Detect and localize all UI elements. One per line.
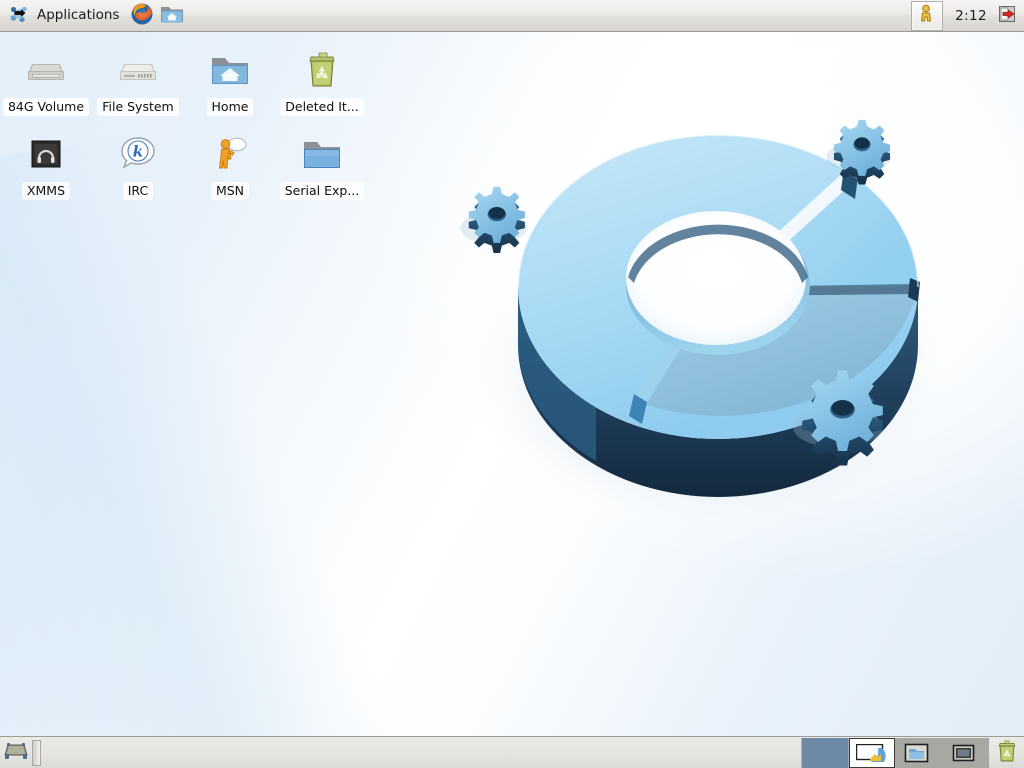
desktop-icon-84g-volume[interactable]: 84G Volume [0,32,92,116]
workspace-2-button[interactable] [849,737,895,768]
clock[interactable]: 2:12 [947,8,995,24]
applications-menu-label: Applications [37,6,120,23]
logout-button[interactable] [995,4,1019,28]
firefox-launcher[interactable] [128,2,156,30]
top-panel: Applications 2:12 [0,0,1024,32]
hard-drive-icon [22,46,70,94]
trash-recycle-icon [298,46,346,94]
mandriva-star-icon [8,3,30,29]
show-desktop-icon [3,740,29,766]
logout-door-icon [997,4,1017,28]
amsn-person-icon [206,130,254,178]
user-person-icon [918,4,936,28]
top-panel-left: Applications [0,0,187,31]
desktop-icon-row: 84G Volume File System Home Deleted It..… [0,32,420,116]
desktop-icon-label: Home [206,98,254,116]
workspace-4-button[interactable] [942,737,989,768]
blue-folder-icon [298,130,346,178]
top-panel-spacer [187,0,911,31]
bottom-panel [0,736,1024,768]
desktop-icon-label: Deleted It... [280,98,364,116]
workspace-3-button[interactable] [895,737,942,768]
desktop-icon-label: Serial Exp... [279,182,365,200]
desktop-icon-label: 84G Volume [2,98,90,116]
desktop-icon-label: File System [97,98,179,116]
desktop-icon-label: IRC [122,182,154,200]
desktop-screen: Applications 2:12 84G Volume File System… [0,0,1024,768]
user-switch-button[interactable] [911,0,944,31]
desktop-icon-row: XMMS k IRC MSN Serial Exp... [0,116,420,200]
trash-tray-button[interactable] [992,738,1022,768]
file-manager-launcher[interactable] [158,2,186,30]
desktop-icon-home[interactable]: Home [184,32,276,116]
trash-recycle-icon [994,738,1020,768]
window-tasklist[interactable] [45,738,801,768]
xmms-headphones-icon [22,130,70,178]
applications-menu-button[interactable]: Applications [2,3,127,29]
desktop-icon-serial-exp[interactable]: Serial Exp... [276,116,368,200]
konversation-bubble-icon: k [114,130,162,178]
desktop-icon-label: XMMS [21,182,71,200]
workspace-window-thumbnail [855,743,886,762]
system-tray: 2:12 [911,0,1024,31]
workspace-1-button[interactable] [802,737,849,768]
show-desktop-button[interactable] [2,739,30,767]
home-folder-icon [206,46,254,94]
desktop-icon-irc[interactable]: k IRC [92,116,184,200]
desktop-icon-area: 84G Volume File System Home Deleted It..… [0,32,420,200]
desktop-icon-deleted-items[interactable]: Deleted It... [276,32,368,116]
svg-text:k: k [133,143,143,161]
workspace-window-thumbnail [948,743,978,761]
hard-drive-icon [114,46,162,94]
desktop-icon-msn[interactable]: MSN [184,116,276,200]
firefox-icon [130,2,154,30]
desktop-icon-label: MSN [210,182,250,200]
desktop-icon-xmms[interactable]: XMMS [0,116,92,200]
workspace-window-thumbnail [901,743,931,762]
home-folder-icon [160,3,184,29]
panel-drag-handle[interactable] [32,739,41,766]
desktop-icon-file-system[interactable]: File System [92,32,184,116]
workspace-pager[interactable] [801,737,989,768]
